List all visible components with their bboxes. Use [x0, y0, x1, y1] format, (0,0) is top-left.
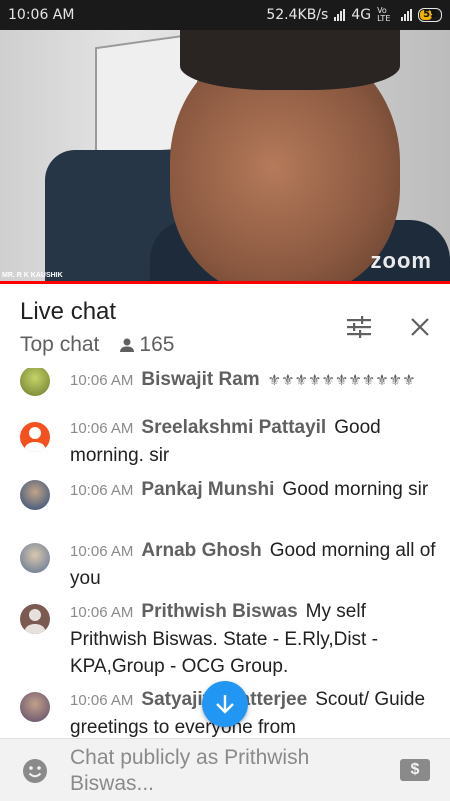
avatar[interactable] — [20, 604, 50, 634]
video-player[interactable]: zoom MR. R K KAUSHIK — [0, 30, 450, 284]
avatar[interactable] — [20, 422, 50, 452]
signal-icon-2 — [401, 9, 413, 21]
super-chat-button[interactable]: $ — [400, 759, 430, 781]
close-chat-button[interactable] — [403, 310, 437, 344]
message-time: 10:06 AM — [70, 420, 134, 437]
chat-input-bar: Chat publicly as Prithwish Biswas... $ — [0, 738, 450, 801]
message-time: 10:06 AM — [70, 692, 134, 709]
filter-settings-icon — [347, 316, 371, 338]
network-speed: 52.4KB/s — [266, 7, 329, 23]
zoom-watermark: zoom — [370, 248, 432, 273]
live-chat-header: Live chat Top chat 165 — [0, 284, 450, 368]
avatar[interactable] — [20, 480, 50, 510]
speaker-caption: MR. R K KAUSHIK — [2, 272, 63, 279]
battery-level: 55 — [423, 9, 437, 20]
message-time: 10:06 AM — [70, 482, 134, 499]
filter-settings-button[interactable] — [342, 310, 376, 344]
network-type: 4G — [351, 7, 372, 23]
super-chat-icon: $ — [410, 761, 420, 778]
viewer-count: 165 — [119, 333, 174, 357]
scroll-down-icon — [216, 695, 234, 714]
status-bar: 10:06 AM 52.4KB/s 4G Vo LTE 55 — [0, 0, 450, 30]
signal-icon — [334, 9, 346, 21]
avatar[interactable] — [20, 543, 50, 573]
message-text: ⚜⚜⚜⚜⚜⚜⚜⚜⚜⚜⚜ — [267, 372, 416, 389]
chat-mode-row[interactable]: Top chat 165 — [20, 333, 174, 357]
message-time: 10:06 AM — [70, 543, 134, 560]
lte-label: Vo LTE — [377, 6, 391, 23]
chat-mode-label[interactable]: Top chat — [20, 333, 99, 357]
emoji-button[interactable] — [22, 758, 48, 784]
message-text: Good morning sir — [282, 479, 429, 500]
status-indicators: 52.4KB/s 4G Vo LTE 55 — [266, 7, 442, 23]
viewer-count-value: 165 — [139, 333, 175, 356]
avatar[interactable] — [20, 368, 50, 396]
message-author[interactable]: Sreelakshmi Pattayil — [141, 417, 326, 438]
avatar[interactable] — [20, 692, 50, 722]
message-author[interactable]: Prithwish Biswas — [141, 601, 297, 622]
message-time: 10:06 AM — [70, 604, 134, 621]
default-avatar-icon — [24, 427, 46, 452]
close-icon — [411, 318, 429, 336]
status-time: 10:06 AM — [8, 7, 75, 23]
scroll-to-bottom-button[interactable] — [202, 681, 248, 727]
person-icon — [120, 338, 135, 352]
emoji-icon — [23, 759, 47, 783]
message-author[interactable]: Biswajit Ram — [141, 369, 259, 390]
default-avatar-icon — [24, 609, 46, 634]
battery-icon: 55 — [418, 8, 442, 22]
message-author[interactable]: Pankaj Munshi — [141, 479, 274, 500]
message-time: 10:06 AM — [70, 372, 134, 389]
message-author[interactable]: Arnab Ghosh — [141, 540, 261, 561]
chat-input-field[interactable]: Chat publicly as Prithwish Biswas... — [70, 745, 370, 797]
speaker-hair — [180, 30, 400, 90]
live-chat-title: Live chat — [20, 298, 117, 325]
